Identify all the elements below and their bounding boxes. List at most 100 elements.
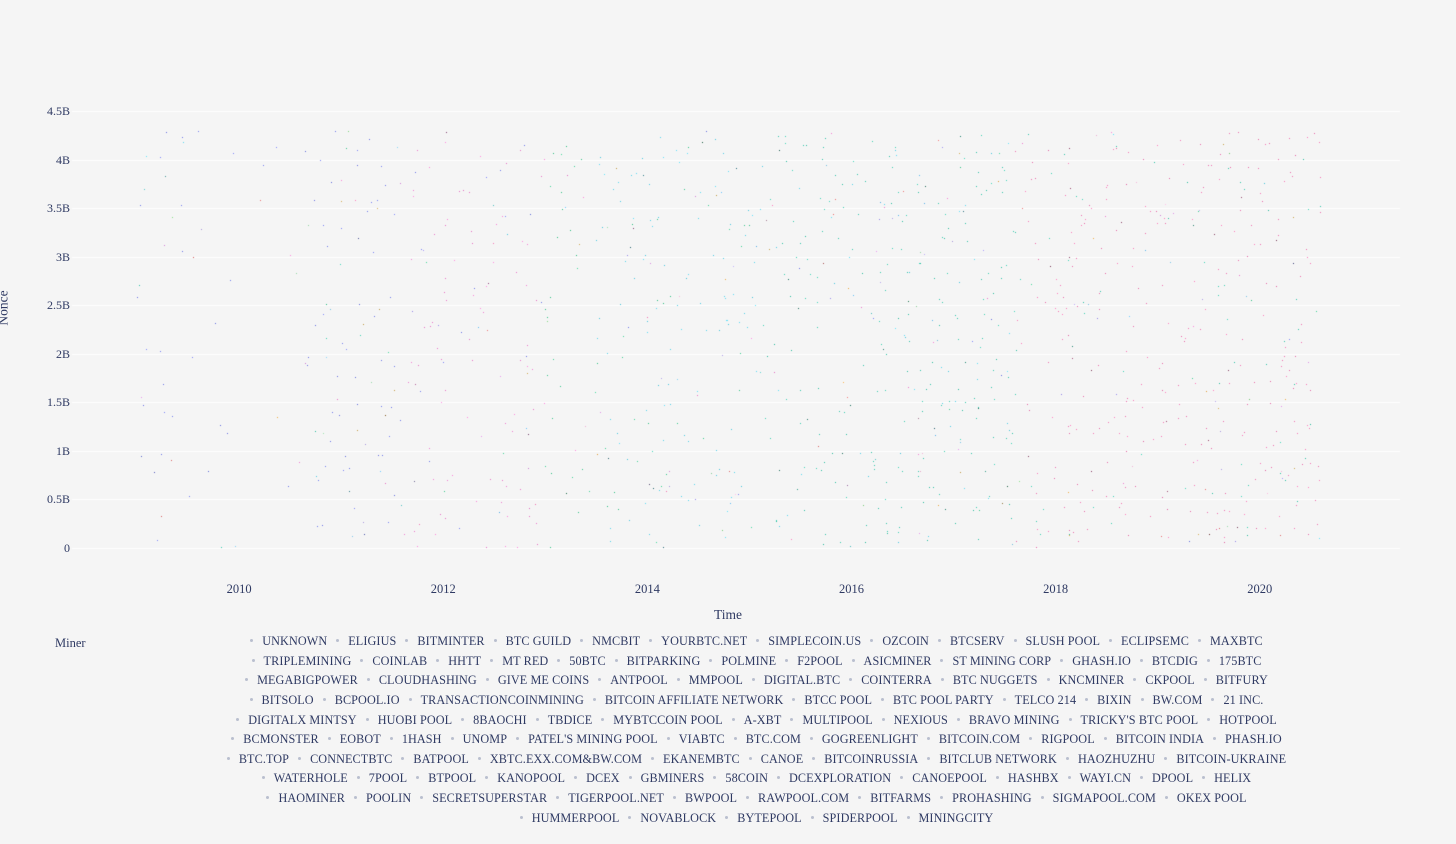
legend-item[interactable]: BTC.COM <box>746 732 801 747</box>
legend-item[interactable]: BTCDIG <box>1152 654 1198 669</box>
legend-item[interactable]: GHASH.IO <box>1072 654 1131 669</box>
legend-item[interactable]: NMCBIT <box>592 634 640 649</box>
legend-item[interactable]: SLUSH POOL <box>1026 634 1100 649</box>
legend-item[interactable]: HELIX <box>1214 771 1251 786</box>
legend-item[interactable]: YOURBTC.NET <box>661 634 747 649</box>
legend-item[interactable]: HASHBX <box>1008 771 1059 786</box>
legend-item[interactable]: DCEXPLORATION <box>789 771 891 786</box>
legend-item[interactable]: PROHASHING <box>952 791 1032 806</box>
legend-item[interactable]: HHTT <box>448 654 481 669</box>
legend-item[interactable]: BTCSERV <box>950 634 1005 649</box>
legend-item[interactable]: SIMPLECOIN.US <box>768 634 861 649</box>
legend-item[interactable]: MAXBTC <box>1210 634 1263 649</box>
legend-item[interactable]: MT RED <box>502 654 548 669</box>
legend-item[interactable]: 1HASH <box>402 732 442 747</box>
legend-item[interactable]: SECRETSUPERSTAR <box>432 791 547 806</box>
legend-item[interactable]: BITCOIN AFFILIATE NETWORK <box>605 693 784 708</box>
legend-item[interactable]: CONNECTBTC <box>310 752 392 767</box>
legend-item[interactable]: HUOBI POOL <box>378 713 452 728</box>
legend-item[interactable]: CLOUDHASHING <box>379 673 477 688</box>
legend-item[interactable]: UNOMP <box>463 732 508 747</box>
legend-item[interactable]: BITCLUB NETWORK <box>939 752 1057 767</box>
legend-item[interactable]: MYBTCCOIN POOL <box>613 713 722 728</box>
legend-item[interactable]: TRANSACTIONCOINMINING <box>421 693 584 708</box>
legend-item[interactable]: BTCC POOL <box>804 693 872 708</box>
legend-item[interactable]: SIGMAPOOL.COM <box>1053 791 1156 806</box>
legend-item[interactable]: PATEL'S MINING POOL <box>528 732 658 747</box>
legend-item[interactable]: BITFURY <box>1216 673 1268 688</box>
legend-item[interactable]: BITMINTER <box>417 634 484 649</box>
legend-item[interactable]: HUMMERPOOL <box>532 811 620 826</box>
legend-item[interactable]: BITSOLO <box>262 693 314 708</box>
legend-item[interactable]: BITCOIN-UKRAINE <box>1176 752 1286 767</box>
legend-item[interactable]: 8BAOCHI <box>473 713 527 728</box>
legend-item[interactable]: BTC.TOP <box>239 752 289 767</box>
legend-item[interactable]: TRIPLEMINING <box>264 654 352 669</box>
legend-item[interactable]: BITCOIN.COM <box>939 732 1020 747</box>
legend-item[interactable]: RIGPOOL <box>1041 732 1095 747</box>
legend-item[interactable]: COINLAB <box>372 654 427 669</box>
legend-item[interactable]: WATERHOLE <box>274 771 348 786</box>
legend-item[interactable]: DIGITAL.BTC <box>764 673 840 688</box>
legend-item[interactable]: MEGABIGPOWER <box>257 673 358 688</box>
legend-item[interactable]: XBTC.EXX.COM&BW.COM <box>490 752 642 767</box>
legend-item[interactable]: CANOEPOOL <box>912 771 987 786</box>
legend-item[interactable]: MULTIPOOL <box>802 713 872 728</box>
legend-item[interactable]: BWPOOL <box>685 791 737 806</box>
legend-item[interactable]: DIGITALX MINTSY <box>248 713 357 728</box>
legend-item[interactable]: NOVABLOCK <box>640 811 716 826</box>
legend-item[interactable]: GIVE ME COINS <box>498 673 589 688</box>
legend-item[interactable]: BCMONSTER <box>243 732 318 747</box>
legend-item[interactable]: BYTEPOOL <box>737 811 801 826</box>
legend-item[interactable]: DPOOL <box>1152 771 1193 786</box>
legend-item[interactable]: CKPOOL <box>1145 673 1194 688</box>
legend-item[interactable]: TRICKY'S BTC POOL <box>1081 713 1199 728</box>
legend-item[interactable]: ASICMINER <box>864 654 932 669</box>
legend-item[interactable]: MMPOOL <box>689 673 743 688</box>
legend-item[interactable]: BATPOOL <box>413 752 469 767</box>
legend-item[interactable]: 21 INC. <box>1223 693 1263 708</box>
legend-item[interactable]: BW.COM <box>1153 693 1203 708</box>
legend-item[interactable]: RAWPOOL.COM <box>758 791 849 806</box>
legend-item[interactable]: BITFARMS <box>870 791 931 806</box>
legend-item[interactable]: OZCOIN <box>882 634 929 649</box>
legend-item[interactable]: SPIDERPOOL <box>823 811 898 826</box>
legend-item[interactable]: DCEX <box>586 771 620 786</box>
legend-item[interactable]: POLMINE <box>721 654 776 669</box>
legend-item[interactable]: PHASH.IO <box>1225 732 1282 747</box>
legend-item[interactable]: BTC GUILD <box>506 634 572 649</box>
legend-item[interactable]: BTC NUGGETS <box>953 673 1038 688</box>
legend-item[interactable]: 50BTC <box>569 654 605 669</box>
legend-item[interactable]: POOLIN <box>366 791 411 806</box>
legend-item[interactable]: TELCO 214 <box>1015 693 1077 708</box>
legend-item[interactable]: A-XBT <box>744 713 782 728</box>
legend-item[interactable]: GBMINERS <box>641 771 705 786</box>
legend-item[interactable]: 7POOL <box>369 771 407 786</box>
legend-item[interactable]: ST MINING CORP <box>952 654 1051 669</box>
legend-item[interactable]: BTC POOL PARTY <box>893 693 994 708</box>
legend-item[interactable]: 58COIN <box>725 771 768 786</box>
legend-item[interactable]: KANOPOOL <box>497 771 565 786</box>
legend-item[interactable]: ELIGIUS <box>348 634 396 649</box>
legend-item[interactable]: UNKNOWN <box>262 634 327 649</box>
legend-item[interactable]: WAYI.CN <box>1080 771 1131 786</box>
legend-item[interactable]: BITCOINRUSSIA <box>824 752 918 767</box>
legend-item[interactable]: BTPOOL <box>428 771 476 786</box>
legend-item[interactable]: EOBOT <box>340 732 381 747</box>
legend-item[interactable]: TIGERPOOL.NET <box>568 791 664 806</box>
legend-item[interactable]: GOGREENLIGHT <box>822 732 918 747</box>
legend-item[interactable]: BIXIN <box>1097 693 1131 708</box>
legend-item[interactable]: BITCOIN INDIA <box>1116 732 1204 747</box>
legend-item[interactable]: BRAVO MINING <box>969 713 1060 728</box>
legend-item[interactable]: EKANEMBTC <box>663 752 740 767</box>
legend-item[interactable]: COINTERRA <box>861 673 932 688</box>
legend-item[interactable]: MININGCITY <box>919 811 994 826</box>
legend-item[interactable]: HAOZHUZHU <box>1078 752 1155 767</box>
legend-item[interactable]: F2POOL <box>797 654 842 669</box>
legend-item[interactable]: NEXIOUS <box>894 713 948 728</box>
legend-item[interactable]: BITPARKING <box>627 654 701 669</box>
legend-item[interactable]: HOTPOOL <box>1219 713 1277 728</box>
legend-item[interactable]: 175BTC <box>1219 654 1262 669</box>
legend-item[interactable]: ANTPOOL <box>610 673 668 688</box>
legend-item[interactable]: ECLIPSEMC <box>1121 634 1189 649</box>
